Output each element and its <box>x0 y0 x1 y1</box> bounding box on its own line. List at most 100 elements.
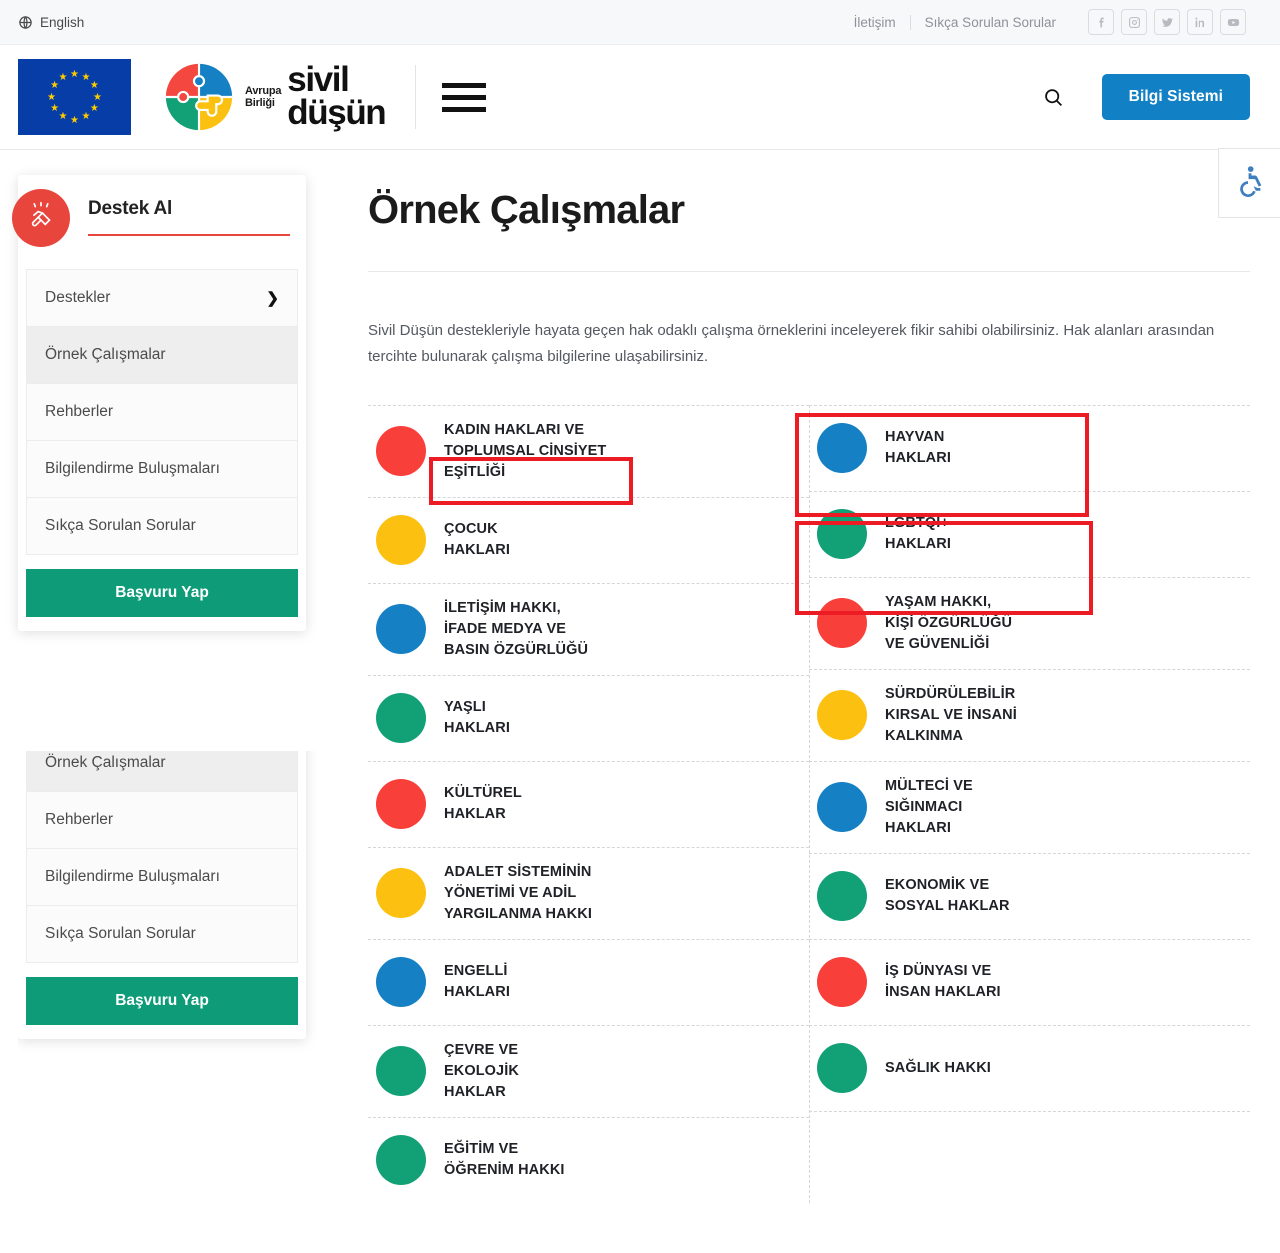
rights-grid-right-column: HAYVAN HAKLARI LGBTQI+ HAKLARI YAŞAM HAKKI… <box>809 404 1250 1203</box>
category-label: SAĞLIK HAKKI <box>885 1059 991 1076</box>
title-divider <box>368 271 1250 272</box>
rights-category-item[interactable]: YAŞLI HAKLARI <box>368 674 809 761</box>
sidebar-item-ornek-calismalar-2[interactable]: Örnek Çalışmalar <box>27 751 297 792</box>
header-divider <box>415 65 417 129</box>
facebook-icon[interactable] <box>1088 9 1114 35</box>
category-color-dot <box>376 868 426 919</box>
sidebar-item-label: Destekler <box>45 289 111 306</box>
category-label: ÇOCUK HAKLARI <box>444 521 510 559</box>
main-content: Örnek Çalışmalar Sivil Düşün destekleriy… <box>330 150 1280 1203</box>
category-color-dot <box>817 598 867 649</box>
sidebar-item-bilgilendirme-bulusmalari-2[interactable]: Bilgilendirme Buluşmaları <box>27 849 297 906</box>
search-icon[interactable] <box>1043 87 1064 108</box>
category-color-dot <box>817 871 867 922</box>
sidebar-item-label: Örnek Çalışmalar <box>45 346 166 363</box>
support-sidebar-card: Destek Al Destekler ❯ Örnek Çalışmalar R… <box>12 175 306 631</box>
rights-category-item[interactable]: SÜRDÜRÜLEBİLİR KIRSAL VE İNSANİ KALKINMA <box>809 668 1250 761</box>
brand-subtitle-line1: Avrupa <box>245 84 282 97</box>
category-color-dot <box>376 693 426 744</box>
header-actions: Bilgi Sistemi <box>1043 74 1250 120</box>
eu-star: ★ <box>70 68 79 80</box>
sidebar-item-label: Örnek Çalışmalar <box>45 754 166 771</box>
category-label: HAYVAN HAKLARI <box>885 428 951 466</box>
category-label: LGBTQI+ HAKLARI <box>885 514 951 552</box>
rights-category-item[interactable]: ENGELLİ HAKLARI <box>368 938 809 1025</box>
linkedin-icon[interactable] <box>1187 9 1213 35</box>
rights-category-item[interactable]: EĞİTİM VE ÖĞRENİM HAKKI <box>368 1116 809 1203</box>
category-color-dot <box>376 604 426 655</box>
category-color-dot <box>376 957 426 1008</box>
sidebar-item-label: Rehberler <box>45 811 114 828</box>
category-color-dot <box>376 515 426 566</box>
rights-category-item[interactable]: İŞ DÜNYASI VE İNSAN HAKLARI <box>809 938 1250 1025</box>
category-color-dot <box>817 957 867 1008</box>
rights-category-item[interactable]: EKONOMİK VE SOSYAL HAKLAR <box>809 852 1250 939</box>
eu-star: ★ <box>89 80 99 91</box>
category-label: EĞİTİM VE ÖĞRENİM HAKKI <box>444 1141 565 1179</box>
sidebar-item-sikca-sorulan-sorular[interactable]: Sıkça Sorulan Sorular <box>27 498 297 554</box>
youtube-icon[interactable] <box>1220 9 1246 35</box>
sivil-dusun-logo[interactable]: Avrupa Birliği sivil düşün <box>163 61 387 133</box>
rights-category-item[interactable]: LGBTQI+ HAKLARI <box>809 490 1250 577</box>
rights-category-item[interactable]: ÇOCUK HAKLARI <box>368 496 809 583</box>
sidebar-item-sikca-sorulan-sorular-2[interactable]: Sıkça Sorulan Sorular <box>27 906 297 962</box>
eu-star: ★ <box>50 103 60 114</box>
language-switcher[interactable]: English <box>18 15 84 30</box>
category-label: ENGELLİ HAKLARI <box>444 963 510 1001</box>
rights-category-item[interactable]: YAŞAM HAKKI, KİŞİ ÖZGÜRLÜĞÜ VE GÜVENLİĞİ <box>809 576 1250 669</box>
rights-category-item[interactable]: ÇEVRE VE EKOLOJİK HAKLAR <box>368 1024 809 1117</box>
category-label: MÜLTECİ VE SIĞINMACI HAKLARI <box>885 777 973 836</box>
basvuru-yap-button-2[interactable]: Başvuru Yap <box>26 977 298 1025</box>
rights-grid-left-column: KADIN HAKLARI VE TOPLUMSAL CİNSİYET EŞİT… <box>368 404 809 1203</box>
sidebar-item-label: Sıkça Sorulan Sorular <box>45 925 196 942</box>
sidebar-item-label: Bilgilendirme Buluşmaları <box>45 460 220 477</box>
social-links <box>1088 9 1246 35</box>
top-links-group: İletişim Sıkça Sorulan Sorular <box>840 9 1246 35</box>
rights-category-item[interactable]: KÜLTÜREL HAKLAR <box>368 760 809 847</box>
sidebar-item-ornek-calismalar[interactable]: Örnek Çalışmalar <box>27 327 297 384</box>
puzzle-logo-icon <box>163 61 235 133</box>
sidebar-item-destekler[interactable]: Destekler ❯ <box>27 270 297 327</box>
category-color-dot <box>817 782 867 833</box>
eu-star: ★ <box>70 114 79 126</box>
category-color-dot <box>817 690 867 741</box>
eu-star: ★ <box>81 111 91 123</box>
category-label: YAŞAM HAKKI, KİŞİ ÖZGÜRLÜĞÜ VE GÜVENLİĞİ <box>885 593 1013 652</box>
sidebar-item-rehberler[interactable]: Rehberler <box>27 384 297 441</box>
rights-category-item[interactable]: HAYVAN HAKLARI <box>809 404 1250 491</box>
accessibility-widget-button[interactable] <box>1218 148 1280 218</box>
sidebar-item-bilgilendirme-bulusmalari[interactable]: Bilgilendirme Buluşmaları <box>27 441 297 498</box>
rights-category-item[interactable]: KADIN HAKLARI VE TOPLUMSAL CİNSİYET EŞİT… <box>368 404 809 497</box>
category-color-dot <box>376 779 426 830</box>
category-color-dot <box>376 1135 426 1186</box>
top-link-sss[interactable]: Sıkça Sorulan Sorular <box>909 14 1070 30</box>
rights-category-item[interactable]: ADALET SİSTEMİNİN YÖNETİMİ VE ADİL YARGI… <box>368 846 809 939</box>
eu-star: ★ <box>47 91 56 103</box>
rights-category-item[interactable]: MÜLTECİ VE SIĞINMACI HAKLARI <box>809 760 1250 853</box>
hamburger-menu-icon[interactable] <box>442 82 487 112</box>
sidebar-title-rule <box>88 234 290 236</box>
chevron-down-icon: ❯ <box>266 290 279 307</box>
rights-category-item[interactable]: İLETİŞİM HAKKI, İFADE MEDYA VE BASIN ÖZG… <box>368 582 809 675</box>
twitter-icon[interactable] <box>1154 9 1180 35</box>
category-color-dot <box>376 426 426 477</box>
rights-category-item[interactable]: SAĞLIK HAKKI <box>809 1024 1250 1111</box>
category-color-dot <box>817 509 867 559</box>
category-label: KADIN HAKLARI VE TOPLUMSAL CİNSİYET EŞİT… <box>444 421 607 480</box>
sidebar-item-label: Rehberler <box>45 403 114 420</box>
eu-star: ★ <box>50 80 60 91</box>
language-label: English <box>40 14 85 30</box>
category-color-dot <box>376 1046 426 1097</box>
category-color-dot <box>817 1043 867 1094</box>
wheelchair-icon <box>1233 164 1267 203</box>
sidebar-header: Destek Al <box>12 175 306 247</box>
bilgi-sistemi-button[interactable]: Bilgi Sistemi <box>1101 74 1250 120</box>
top-link-iletisim[interactable]: İletişim <box>840 15 910 30</box>
category-label: İŞ DÜNYASI VE İNSAN HAKLARI <box>885 963 1001 1001</box>
sidebar-nav-list: Destekler ❯ Örnek Çalışmalar Rehberler B… <box>26 269 298 555</box>
sidebar-item-rehberler-2[interactable]: Rehberler <box>27 792 297 849</box>
category-label: YAŞLI HAKLARI <box>444 699 510 737</box>
instagram-icon[interactable] <box>1121 9 1147 35</box>
basvuru-yap-button[interactable]: Başvuru Yap <box>26 569 298 617</box>
page-intro-text: Sivil Düşün destekleriyle hayata geçen h… <box>368 322 1215 366</box>
